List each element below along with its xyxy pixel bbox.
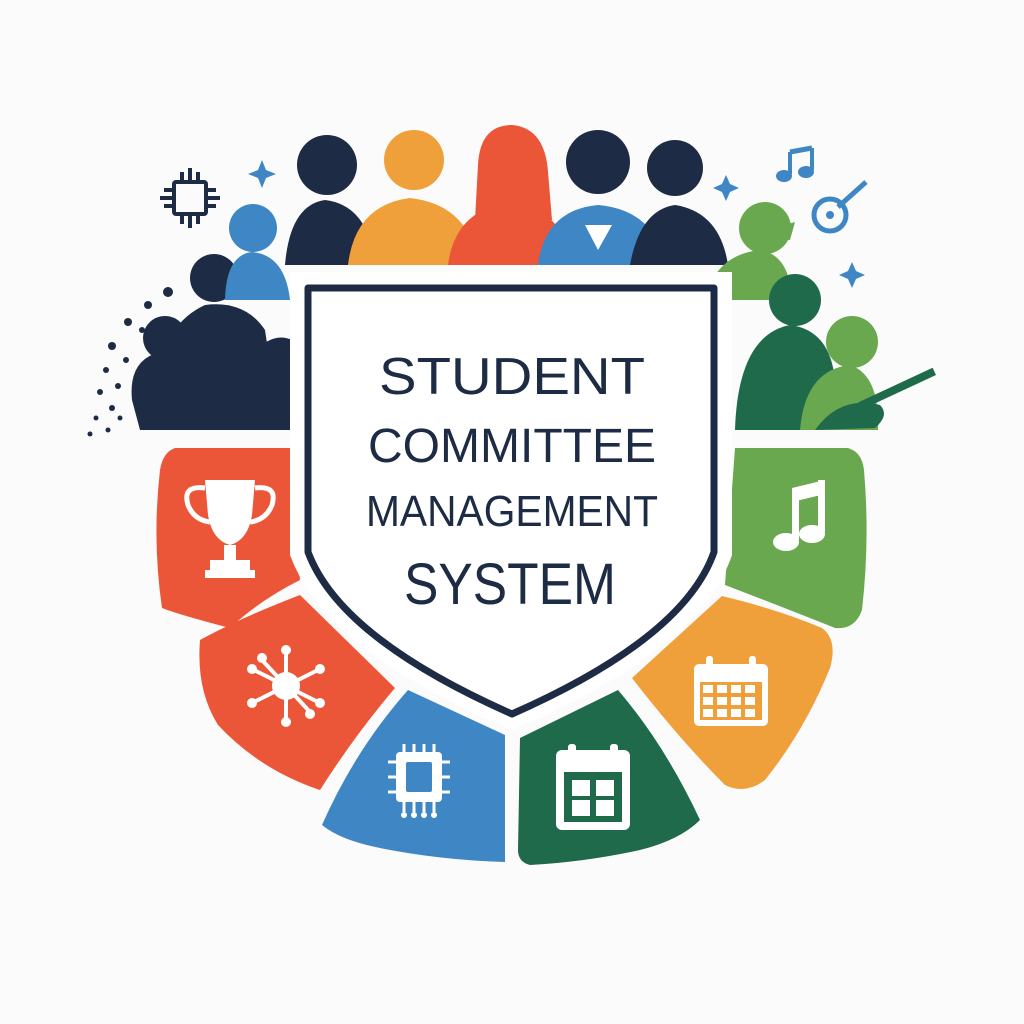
- logo-artwork: STUDENT COMMITTEE MANAGEMENT SYSTEM: [87, 125, 937, 865]
- calendar-icon: [556, 744, 630, 830]
- guitar-icon: [811, 180, 868, 234]
- logo-canvas: STUDENT COMMITTEE MANAGEMENT SYSTEM: [0, 0, 1024, 1024]
- music-notes-icon: [776, 145, 814, 182]
- circuit-chip-icon: [160, 168, 220, 228]
- title-line-1: STUDENT: [379, 348, 645, 406]
- title-line-3: MANAGEMENT: [366, 487, 658, 536]
- person-silhouette-blue-left: [225, 204, 290, 300]
- red-trophy-segment: [156, 448, 300, 628]
- calendar-grid-icon: [694, 656, 768, 726]
- title-line-2: COMMITTEE: [368, 420, 656, 473]
- title-line-4: SYSTEM: [404, 552, 616, 617]
- light-green-music-segment: [725, 448, 867, 629]
- person-silhouette-navy-right: [630, 140, 728, 265]
